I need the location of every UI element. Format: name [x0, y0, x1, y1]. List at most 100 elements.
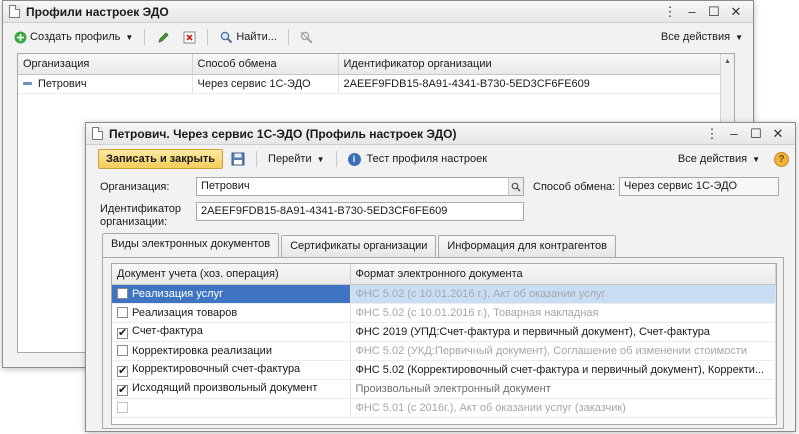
column-header[interactable]: Документ учета (хоз. операция): [112, 264, 351, 285]
all-actions-menu[interactable]: Все действия ▼: [657, 29, 747, 45]
toolbar-divider: [287, 29, 289, 45]
table-row[interactable]: Реализация товаров ФНС 5.02 (с 10.01.201…: [112, 303, 776, 323]
search-icon: [219, 30, 233, 44]
find-button[interactable]: Найти...: [215, 28, 281, 46]
chevron-down-icon: ▼: [735, 32, 743, 42]
org-cell[interactable]: Петрович: [18, 74, 193, 94]
table-row[interactable]: ✔ Исходящий произвольный документ Произво…: [112, 379, 776, 399]
save-button[interactable]: [227, 150, 249, 168]
profiles-list-titlebar[interactable]: Профили настроек ЭДО ⋮ – ☐ ✕: [3, 1, 753, 23]
table-header: Организация Способ обмена Идентификатор …: [18, 54, 734, 75]
edit-button[interactable]: [152, 28, 174, 46]
chevron-down-icon: ▼: [752, 154, 760, 164]
scroll-up-icon[interactable]: ▲: [721, 54, 734, 68]
profile-form-window: Петрович. Через сервис 1С-ЭДО (Профиль н…: [85, 122, 796, 432]
tab-bar: Виды электронных документов Сертификаты …: [102, 233, 618, 257]
all-actions-menu[interactable]: Все действия ▼: [674, 151, 764, 167]
doc-cell[interactable]: [112, 398, 351, 418]
table-header: Документ учета (хоз. операция) Формат эл…: [112, 264, 776, 285]
table-row[interactable]: ФНС 5.01 (с 2016г.), Акт об оказании усл…: [112, 398, 776, 418]
doc-cell[interactable]: Реализация товаров: [112, 303, 351, 323]
format-cell[interactable]: ФНС 5.02 (с 10.01.2016 г.), Товарная нак…: [350, 303, 776, 323]
exchange-label: Способ обмена:: [533, 181, 616, 193]
doc-cell[interactable]: Корректировка реализации: [112, 341, 351, 361]
delete-button[interactable]: [178, 28, 200, 46]
select-icon[interactable]: [508, 178, 523, 195]
checkbox[interactable]: [117, 344, 128, 356]
org-field[interactable]: Петрович: [196, 177, 524, 196]
format-cell[interactable]: ФНС 5.02 (Корректировочный счет-фактура …: [350, 360, 776, 380]
checkbox-checked[interactable]: ✔: [117, 327, 128, 339]
org-id-field[interactable]: 2AEEF9FDB15-8A91-4341-B730-5ED3CF6FE609: [196, 202, 524, 221]
doc-cell[interactable]: ✔ Корректировочный счет-фактура: [112, 360, 351, 380]
id-label-line2: организации:: [100, 216, 168, 228]
checkbox[interactable]: [117, 306, 128, 318]
table-row[interactable]: ✔ Корректировочный счет-фактура ФНС 5.02 …: [112, 360, 776, 380]
profiles-list-title: Профили настроек ЭДО: [26, 4, 169, 19]
column-header[interactable]: Организация: [18, 54, 193, 75]
tab-counterparty-info[interactable]: Информация для контрагентов: [438, 235, 616, 257]
checkbox[interactable]: [117, 287, 128, 299]
close-icon[interactable]: ✕: [767, 125, 789, 143]
doc-cell[interactable]: Реализация услуг: [112, 284, 351, 304]
more-icon[interactable]: ⋮: [659, 3, 681, 21]
checkbox-checked[interactable]: ✔: [117, 384, 128, 396]
minimize-icon[interactable]: –: [681, 3, 703, 21]
more-icon[interactable]: ⋮: [701, 125, 723, 143]
save-and-close-button[interactable]: Записать и закрыть: [98, 149, 224, 169]
maximize-icon[interactable]: ☐: [703, 3, 725, 21]
toolbar-divider: [144, 29, 146, 45]
table-row[interactable]: Петрович Через сервис 1С-ЭДО 2AEEF9FDB15…: [18, 74, 734, 94]
test-profile-button[interactable]: i Тест профиля настроек: [344, 151, 492, 168]
tab-panel: Документ учета (хоз. операция) Формат эл…: [102, 257, 784, 429]
profile-form-titlebar[interactable]: Петрович. Через сервис 1С-ЭДО (Профиль н…: [86, 123, 795, 145]
profile-form-toolbar: Записать и закрыть Перейти ▼ i Тест проф…: [86, 145, 795, 173]
doc-cell[interactable]: ✔ Счет-фактура: [112, 322, 351, 342]
format-cell[interactable]: ФНС 5.02 (с 10.01.2016 г.), Акт об оказа…: [350, 284, 776, 304]
format-cell[interactable]: ФНС 5.01 (с 2016г.), Акт об оказании усл…: [350, 398, 776, 418]
find-label: Найти...: [236, 31, 277, 43]
table-row[interactable]: ✔ Счет-фактура ФНС 2019 (УПД:Счет-фактура…: [112, 322, 776, 342]
column-header[interactable]: Формат электронного документа: [350, 264, 776, 285]
toolbar-divider: [256, 151, 258, 167]
chevron-down-icon: ▼: [316, 154, 325, 164]
document-icon: [92, 127, 103, 140]
table-row[interactable]: Реализация услуг ФНС 5.02 (с 10.01.2016 …: [112, 284, 776, 304]
minimize-icon[interactable]: –: [723, 125, 745, 143]
column-header[interactable]: Идентификатор организации: [338, 54, 734, 75]
doc-cell[interactable]: ✔ Исходящий произвольный документ: [112, 379, 351, 399]
test-profile-label: Тест профиля настроек: [366, 153, 488, 165]
exchange-cell[interactable]: Через сервис 1С-ЭДО: [192, 74, 339, 94]
id-label-line1: Идентификатор: [100, 203, 181, 215]
delete-icon: [182, 30, 196, 44]
checkbox-checked[interactable]: ✔: [117, 365, 128, 377]
checkbox-disabled: [117, 401, 128, 413]
format-cell[interactable]: ФНС 5.02 (УКД:Первичный документ), Согла…: [350, 341, 776, 361]
table-row[interactable]: Корректировка реализации ФНС 5.02 (УКД:П…: [112, 341, 776, 361]
close-icon[interactable]: ✕: [725, 3, 747, 21]
floppy-icon: [231, 152, 245, 166]
maximize-icon[interactable]: ☐: [745, 125, 767, 143]
goto-menu[interactable]: Перейти ▼: [264, 151, 329, 167]
exchange-field[interactable]: Через сервис 1С-ЭДО: [619, 177, 779, 196]
info-icon: i: [347, 152, 361, 166]
format-cell[interactable]: Произвольный электронный документ: [350, 379, 776, 399]
id-cell[interactable]: 2AEEF9FDB15-8A91-4341-B730-5ED3CF6FE609: [338, 74, 734, 94]
tab-document-types[interactable]: Виды электронных документов: [102, 233, 280, 257]
item-icon: [23, 81, 32, 85]
cancel-search-button[interactable]: [296, 28, 318, 46]
profile-form-title: Петрович. Через сервис 1С-ЭДО (Профиль н…: [109, 126, 457, 141]
profiles-list-toolbar: Создать профиль ▼ Найти... Все действия …: [3, 23, 753, 51]
all-actions-label: Все действия: [677, 153, 748, 165]
column-header[interactable]: Способ обмена: [192, 54, 339, 75]
toolbar-divider: [207, 29, 209, 45]
org-label: Организация:: [100, 181, 170, 193]
create-profile-button[interactable]: Создать профиль ▼: [9, 28, 137, 46]
pencil-icon: [156, 30, 170, 44]
format-cell[interactable]: ФНС 2019 (УПД:Счет-фактура и первичный д…: [350, 322, 776, 342]
tab-certificates[interactable]: Сертификаты организации: [281, 235, 437, 257]
help-icon[interactable]: ?: [774, 151, 789, 167]
all-actions-label: Все действия: [660, 31, 731, 43]
chevron-down-icon: ▼: [125, 32, 134, 42]
toolbar-divider: [335, 151, 337, 167]
